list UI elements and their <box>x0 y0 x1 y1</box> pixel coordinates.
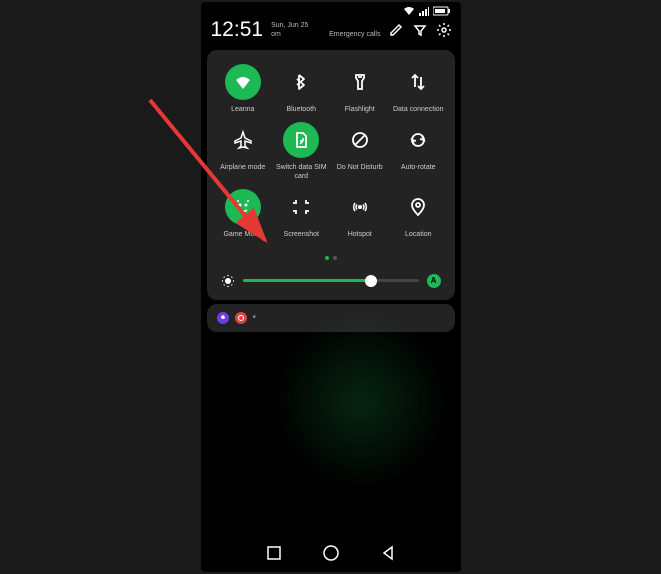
tile-flashlight[interactable]: Flashlight <box>332 64 389 114</box>
tile-screenshot[interactable]: Screenshot <box>273 189 330 239</box>
tile-location[interactable]: Location <box>390 189 447 239</box>
battery-status-icon <box>433 6 451 16</box>
page-dot <box>333 256 337 260</box>
tile-game[interactable]: Game Mode <box>215 189 272 239</box>
tile-bluetooth[interactable]: Bluetooth <box>273 64 330 114</box>
airplane-icon <box>225 122 261 158</box>
tile-label: Airplane mode <box>220 164 265 172</box>
tile-label: Hotspot <box>348 231 372 239</box>
date-text: Sun, Jun 25 <box>271 21 380 30</box>
sim-icon <box>283 122 319 158</box>
bluetooth-icon <box>283 64 319 100</box>
nav-bar <box>201 534 461 572</box>
nav-home-button[interactable] <box>322 544 340 562</box>
tile-label: Screenshot <box>284 231 319 239</box>
hotspot-icon <box>342 189 378 225</box>
tile-label: Flashlight <box>345 106 375 114</box>
wifi-status-icon <box>403 6 415 16</box>
emergency-text: Emergency calls <box>329 30 380 39</box>
notif-more-dot: • <box>253 312 257 323</box>
brightness-slider[interactable] <box>243 279 419 282</box>
data-icon <box>400 64 436 100</box>
notif-app-icon <box>217 312 229 324</box>
notif-app-icon <box>235 312 247 324</box>
tile-label: Bluetooth <box>286 106 316 114</box>
tile-label: Leanna <box>231 106 254 114</box>
edit-icon[interactable] <box>389 23 403 37</box>
tile-label: Auto-rotate <box>401 164 436 172</box>
dnd-icon <box>342 122 378 158</box>
header: 12:51 Sun, Jun 25 om Emergency calls <box>201 18 461 48</box>
slider-thumb[interactable] <box>365 275 377 287</box>
auto-brightness-toggle[interactable]: A <box>427 274 441 288</box>
wifi-icon <box>225 64 261 100</box>
tile-label: Game Mode <box>223 231 262 239</box>
game-icon <box>225 189 261 225</box>
filter-icon[interactable] <box>413 23 427 37</box>
tile-dnd[interactable]: Do Not Disturb <box>332 122 389 181</box>
tile-rotate[interactable]: Auto-rotate <box>390 122 447 181</box>
carrier-text: om <box>271 30 281 39</box>
brightness-icon <box>221 274 235 288</box>
brightness-row: A <box>215 274 447 288</box>
settings-icon[interactable] <box>437 23 451 37</box>
tile-hotspot[interactable]: Hotspot <box>332 189 389 239</box>
tile-label: Data connection <box>393 106 444 114</box>
nav-recent-button[interactable] <box>266 545 282 561</box>
tile-wifi[interactable]: Leanna <box>215 64 272 114</box>
tile-data[interactable]: Data connection <box>390 64 447 114</box>
page-dot <box>325 256 329 260</box>
nav-back-button[interactable] <box>380 545 396 561</box>
quick-settings-panel: Leanna Bluetooth Flashlight Data connection… <box>207 50 455 300</box>
tile-label: Switch data SIM card <box>273 164 329 181</box>
tile-label: Location <box>405 231 431 239</box>
flashlight-icon <box>342 64 378 100</box>
status-bar <box>201 2 461 18</box>
screenshot-icon <box>283 189 319 225</box>
background-glow <box>271 312 451 492</box>
tile-label: Do Not Disturb <box>337 164 383 172</box>
location-icon <box>400 189 436 225</box>
page-indicator <box>215 256 447 260</box>
clock-time: 12:51 <box>211 18 264 42</box>
date-block: Sun, Jun 25 om Emergency calls <box>271 21 380 39</box>
tile-sim[interactable]: Switch data SIM card <box>273 122 330 181</box>
signal-status-icon <box>419 6 429 16</box>
rotate-icon <box>400 122 436 158</box>
tile-airplane[interactable]: Airplane mode <box>215 122 272 181</box>
